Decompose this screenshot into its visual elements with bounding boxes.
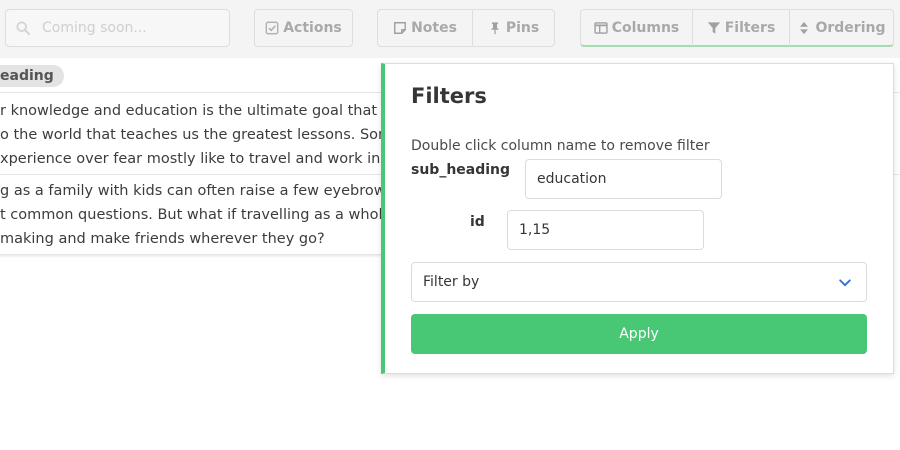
table-row[interactable]: g as a family with kids can often raise … [0,179,390,251]
filter-label-sub-heading[interactable]: sub_heading [411,162,510,178]
actions-button[interactable]: Actions [254,9,353,47]
search-icon [16,21,30,35]
note-icon [394,22,407,34]
table-row[interactable]: r knowledge and education is the ultimat… [0,99,390,171]
sort-icon [800,21,809,34]
row-line: g as a family with kids can often raise … [0,183,390,199]
toolbar: Actions Notes Pins Columns Filters Order… [0,0,900,58]
notes-button[interactable]: Notes [377,9,473,47]
apply-button[interactable]: Apply [411,314,867,354]
column-header-label: eading [0,68,54,84]
row-line: xperience over fear mostly like to trave… [0,151,390,167]
ordering-button-label: Ordering [815,19,886,36]
filters-panel: Filters Double click column name to remo… [381,63,894,374]
columns-button[interactable]: Columns [580,9,693,47]
search-input[interactable] [42,20,222,36]
row-line: r knowledge and education is the ultimat… [0,103,390,119]
filter-input-sub-heading[interactable] [525,159,722,199]
panel-title: Filters [411,84,487,108]
chevron-down-icon [839,279,851,287]
filter-by-select[interactable]: Filter by [411,262,867,302]
pin-icon [490,22,499,35]
filters-button-label: Filters [724,19,776,36]
filters-button[interactable]: Filters [692,9,790,47]
table-shadow [0,254,385,258]
pins-button-label: Pins [505,20,540,36]
columns-button-label: Columns [611,19,680,36]
filter-icon [707,21,720,34]
panel-hint: Double click column name to remove filte… [411,138,710,154]
checkbox-icon [265,21,279,35]
filter-input-id[interactable] [507,210,704,250]
notes-button-label: Notes [411,20,457,36]
column-header-sub-heading[interactable]: eading [0,65,64,87]
filter-label-id[interactable]: id [470,214,485,230]
columns-icon [594,21,608,34]
row-line: making and make friends wherever they go… [0,231,325,247]
actions-button-label: Actions [283,20,342,36]
filter-by-label: Filter by [423,274,480,290]
pins-button[interactable]: Pins [472,9,555,47]
row-line: o the world that teaches us the greatest… [0,127,390,143]
ordering-button[interactable]: Ordering [789,9,894,47]
search-box[interactable] [5,9,230,47]
row-line: t common questions. But what if travelli… [0,207,390,223]
